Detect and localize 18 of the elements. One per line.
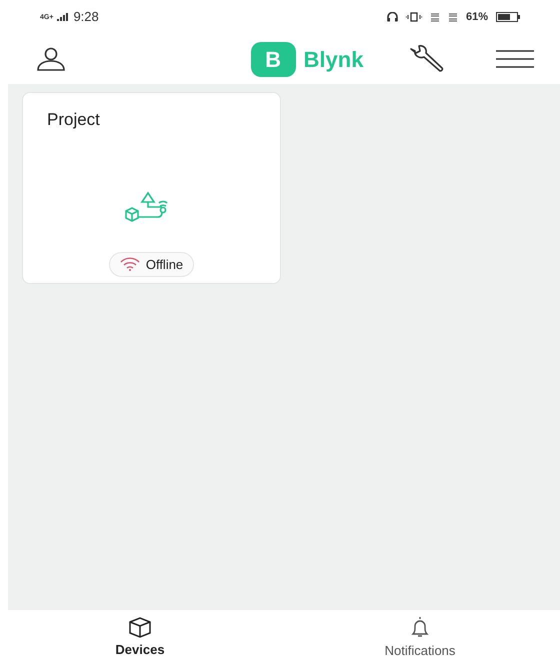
signal-icon — [57, 13, 70, 21]
wrench-icon[interactable] — [408, 45, 446, 73]
device-card[interactable]: Project Offline — [22, 92, 281, 284]
cube-icon — [127, 616, 153, 638]
headphones-icon — [386, 12, 398, 22]
clock: 9:28 — [73, 8, 99, 26]
nav-tab[interactable]: Notifications — [280, 610, 560, 665]
battery-percent: 61% — [466, 10, 488, 25]
logo-badge: B — [250, 42, 296, 76]
user-icon[interactable] — [36, 47, 66, 71]
nav-tab[interactable]: Devices — [0, 610, 280, 665]
wifi-icon — [120, 257, 140, 272]
vibrate-icon — [406, 12, 422, 22]
device-name: Project — [47, 109, 100, 131]
logo-text: Blynk — [304, 46, 364, 74]
battery-icon — [496, 12, 520, 22]
menu-icon[interactable] — [496, 49, 534, 69]
status-badge: Offline — [108, 252, 194, 277]
